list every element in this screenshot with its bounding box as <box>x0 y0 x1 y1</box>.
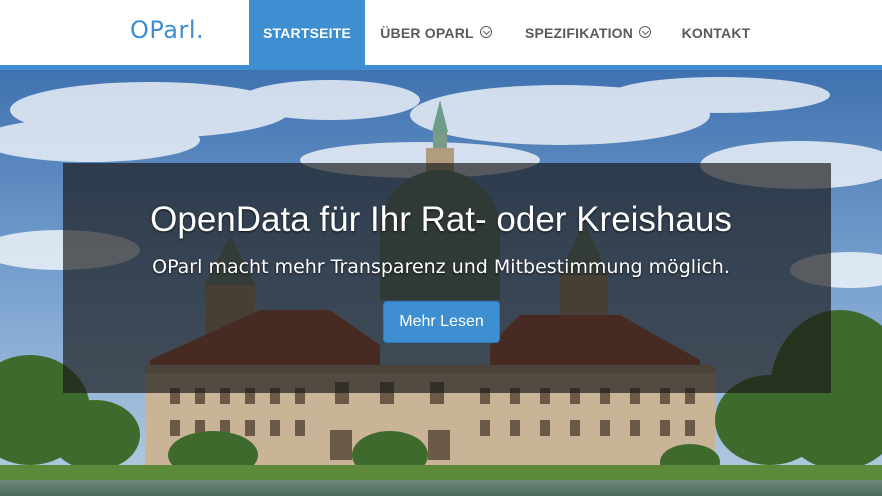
nav-label: KONTAKT <box>681 24 751 41</box>
nav-label: STARTSEITE <box>262 24 352 41</box>
mehr-lesen-button[interactable]: Mehr Lesen <box>383 301 500 343</box>
hero-overlay-panel <box>63 163 831 393</box>
site-header: OParl. STARTSEITE ÜBER OPARL SPEZIFIKATI… <box>0 0 882 65</box>
nav-label: ÜBER OPARL <box>380 24 474 41</box>
hero-subtitle: OParl macht mehr Transparenz und Mitbest… <box>152 256 730 278</box>
chevron-down-circle-icon <box>479 25 492 38</box>
nav-item-kontakt[interactable]: KONTAKT <box>670 0 762 65</box>
hero-title: OpenData für Ihr Rat- oder Kreishaus <box>150 200 732 239</box>
nav-label: SPEZIFIKATION <box>524 24 634 41</box>
nav-item-ueber-oparl[interactable]: ÜBER OPARL <box>370 0 502 65</box>
nav-item-spezifikation[interactable]: SPEZIFIKATION <box>516 0 660 65</box>
nav-item-startseite[interactable]: STARTSEITE <box>249 0 365 65</box>
chevron-down-circle-icon <box>639 25 652 38</box>
site-logo[interactable]: OParl. <box>130 16 204 44</box>
